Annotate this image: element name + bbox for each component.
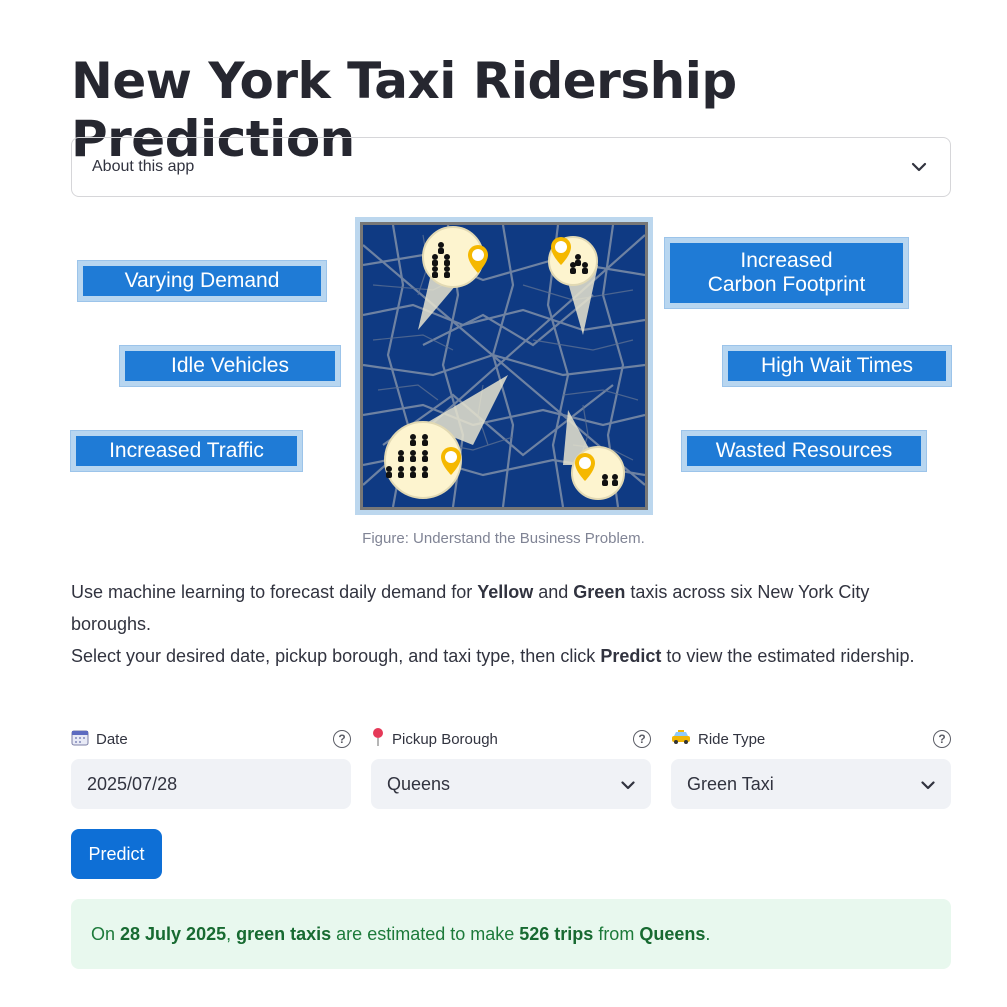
taxi-icon [671,729,691,749]
borough-help-icon[interactable]: ? [633,730,651,748]
about-expander[interactable]: About this app [71,137,951,197]
ride-type-select[interactable]: Green Taxi [671,759,951,809]
description-paragraph-2: Select your desired date, pickup borough… [71,646,915,666]
label-high-wait-times: High Wait Times [722,345,952,387]
predict-button[interactable]: Predict [71,829,162,879]
date-field: Date ? 2025/07/28 [71,728,351,809]
chevron-down-icon [621,774,635,795]
label-varying-demand: Varying Demand [77,260,327,302]
ride-type-help-icon[interactable]: ? [933,730,951,748]
borough-select[interactable]: Queens [371,759,651,809]
pushpin-icon [371,727,385,751]
expander-label: About this app [92,158,195,175]
ride-type-label: Ride Type [698,730,766,748]
figure-caption: Figure: Understand the Business Problem. [362,530,645,547]
label-wasted-resources: Wasted Resources [681,430,927,472]
date-value: 2025/07/28 [87,773,178,794]
borough-field: Pickup Borough ? Queens [371,728,651,809]
chevron-down-icon [908,156,930,178]
prediction-result-message: On 28 July 2025, green taxis are estimat… [71,899,951,969]
date-label: Date [96,730,128,748]
date-input[interactable]: 2025/07/28 [71,759,351,809]
label-idle-vehicles: Idle Vehicles [119,345,341,387]
borough-label: Pickup Borough [392,730,498,748]
label-increased-traffic: Increased Traffic [70,430,303,472]
date-help-icon[interactable]: ? [333,730,351,748]
app-description: Use machine learning to forecast daily d… [71,576,931,672]
city-map-image [355,217,653,515]
label-carbon-footprint: Increased Carbon Footprint [664,237,909,309]
calendar-icon [71,728,89,750]
ride-type-field: Ride Type ? Green Taxi [671,728,951,809]
borough-value: Queens [387,773,451,794]
chevron-down-icon [921,774,935,795]
ride-type-value: Green Taxi [687,773,774,794]
business-problem-figure: Varying Demand Idle Vehicles Increased T… [70,216,952,516]
street-map-graphic [363,225,645,507]
carbon-line-2: Carbon Footprint [707,273,866,296]
description-paragraph-1: Use machine learning to forecast daily d… [71,582,870,634]
carbon-line-1: Increased [740,249,833,272]
